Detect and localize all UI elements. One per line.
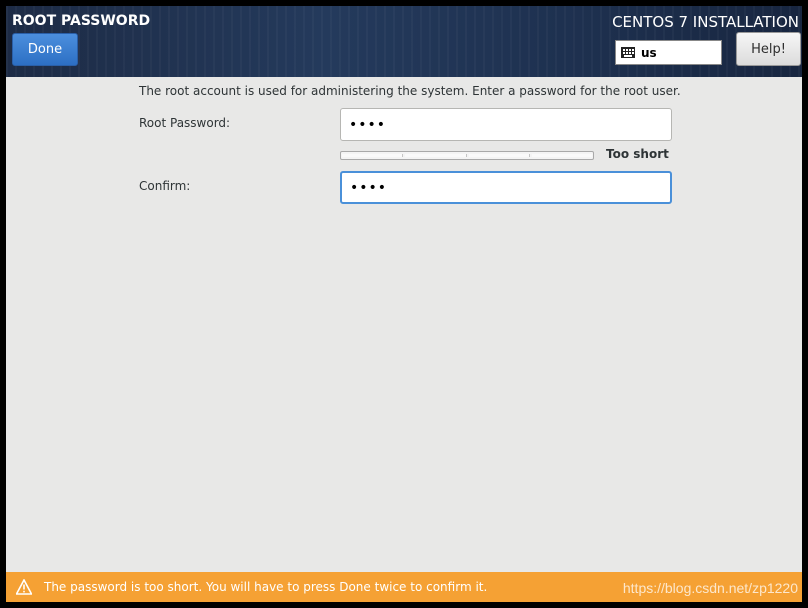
- confirm-field-container: [340, 171, 672, 204]
- strength-segment: [342, 154, 404, 157]
- warning-message: The password is too short. You will have…: [44, 580, 488, 594]
- keyboard-layout-label: us: [641, 45, 657, 60]
- root-password-field-container: [340, 108, 672, 141]
- strength-segment: [531, 154, 592, 157]
- root-password-label: Root Password:: [139, 116, 231, 130]
- installer-window: ROOT PASSWORD Done CENTOS 7 INSTALLATION…: [6, 6, 802, 602]
- strength-segment: [468, 154, 530, 157]
- page-title: ROOT PASSWORD: [12, 13, 151, 29]
- intro-text: The root account is used for administeri…: [139, 84, 681, 98]
- password-strength-label: Too short: [606, 147, 669, 161]
- password-strength-bar: [340, 151, 594, 160]
- warning-bar: The password is too short. You will have…: [6, 572, 802, 602]
- watermark: https://blog.csdn.net/zp1220: [622, 580, 798, 596]
- keyboard-icon: [621, 47, 635, 58]
- help-button[interactable]: Help!: [736, 32, 801, 66]
- installation-title: CENTOS 7 INSTALLATION: [612, 13, 799, 31]
- confirm-password-input[interactable]: [342, 173, 670, 202]
- strength-segment: [405, 154, 467, 157]
- header-bar: ROOT PASSWORD Done CENTOS 7 INSTALLATION…: [6, 6, 802, 77]
- confirm-label: Confirm:: [139, 179, 191, 193]
- root-password-input[interactable]: [341, 109, 671, 140]
- done-button[interactable]: Done: [12, 33, 78, 66]
- warning-icon: [16, 579, 32, 595]
- keyboard-layout-indicator[interactable]: us: [615, 40, 722, 65]
